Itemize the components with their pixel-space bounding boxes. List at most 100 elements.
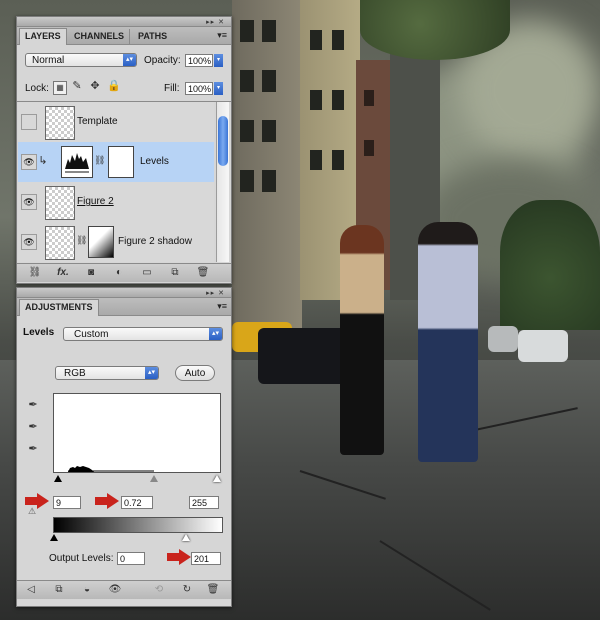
lock-transparent-icon[interactable]: ▦ [53,81,67,95]
collapse-icon[interactable]: ▸▸ ✕ [206,289,225,297]
red-arrow-icon [167,549,191,565]
input-gamma-field[interactable]: 0.72 [121,496,153,509]
histogram-icon [65,153,89,173]
fill-field[interactable]: 100% [185,82,213,95]
back-icon[interactable]: ◁ [23,583,39,597]
trash-icon[interactable]: 🗑 [205,583,221,597]
window [332,90,344,110]
folder-icon[interactable]: ▭ [139,266,155,280]
eye-icon[interactable]: 👁 [21,194,37,210]
red-arrow-icon [95,493,119,509]
layer-row-figure-2[interactable]: 👁 Figure 2 [18,182,214,223]
panel-menu-icon[interactable]: ▾≡ [217,30,227,41]
visibility-toggle[interactable] [21,114,37,130]
preset-value: Custom [74,329,109,340]
tab-paths[interactable]: PATHS [133,29,172,44]
window [364,90,374,106]
building-left [232,0,302,330]
adjustments-panel: ▸▸ ✕ ADJUSTMENTS ▾≡ Levels Custom ▴▾ RGB… [16,287,232,607]
layer-mask-thumbnail[interactable] [108,146,134,178]
input-white-field[interactable]: 255 [189,496,219,509]
window [240,70,254,92]
lock-move-icon[interactable]: ✥ [89,79,101,92]
window [262,20,276,42]
lock-brush-icon[interactable]: ✎ [71,79,83,92]
clip-icon[interactable]: ◒ [79,583,95,597]
adjustment-icon[interactable]: ◐ [111,266,127,280]
fill-dropdown-icon[interactable]: ▾ [214,82,223,95]
blend-mode-select[interactable]: Normal ▴▾ [25,53,137,67]
histogram [53,393,221,473]
chain-link-icon[interactable]: ⛓ [76,235,87,246]
window [262,120,276,142]
layer-name: Figure 2 shadow [118,236,192,247]
black-eyedropper-icon[interactable]: ✒ [26,398,40,411]
link-icon[interactable]: ⛓ [27,266,43,280]
scrollbar-thumb[interactable] [218,116,228,166]
chevron-updown-icon: ▴▾ [209,328,222,340]
output-white-field[interactable]: 201 [191,552,221,565]
window [240,120,254,142]
window [310,30,322,50]
window [310,150,322,170]
output-black-field[interactable]: 0 [117,552,145,565]
output-levels-label: Output Levels: [49,553,114,564]
input-white-slider[interactable] [213,475,221,482]
panel-titlebar[interactable]: ▸▸ ✕ [17,17,231,27]
layer-row-figure-2-shadow[interactable]: 👁 ⛓ Figure 2 shadow [18,222,214,262]
window [310,90,322,110]
fx-icon[interactable]: fx. [55,266,71,280]
eye-icon[interactable]: 👁 [107,583,123,597]
opacity-field[interactable]: 100% [185,54,213,67]
channel-value: RGB [64,368,86,379]
blend-mode-value: Normal [32,55,65,66]
layers-scrollbar[interactable] [216,102,229,262]
white-eyedropper-icon[interactable]: ✒ [26,442,40,455]
eye-icon[interactable]: 👁 [21,154,37,170]
window [332,30,344,50]
input-black-slider[interactable] [54,475,62,482]
layer-row-levels[interactable]: 👁 ↳ ⛓ Levels [18,142,214,183]
window [240,20,254,42]
gray-eyedropper-icon[interactable]: ✒ [26,420,40,433]
adjustments-tabbar: ADJUSTMENTS ▾≡ [17,298,231,316]
expand-view-icon[interactable]: ⧉ [51,583,67,597]
trash-icon[interactable]: 🗑 [195,266,211,280]
layer-thumbnail [45,226,75,260]
auto-button[interactable]: Auto [175,365,215,381]
lock-all-icon[interactable]: 🔒 [107,79,121,92]
reset-icon[interactable]: ↻ [179,583,195,597]
white-car [518,330,568,362]
chain-link-icon[interactable]: ⛓ [94,155,105,166]
collapse-icon[interactable]: ▸▸ ✕ [206,18,225,26]
layers-bottom-toolbar: ⛓ fx. ◙ ◐ ▭ ⧉ 🗑 [17,263,231,282]
channel-select[interactable]: RGB ▴▾ [55,366,159,380]
output-black-slider[interactable] [50,534,58,541]
levels-title: Levels [23,327,55,338]
layers-list: Template 👁 ↳ ⛓ Levels 👁 Figure 2 👁 ⛓ Fig… [17,101,231,262]
new-layer-icon[interactable]: ⧉ [167,266,183,280]
preset-select[interactable]: Custom ▴▾ [63,327,223,341]
layers-tabbar: LAYERS CHANNELS PATHS ▾≡ [17,27,231,45]
eye-icon[interactable]: 👁 [21,234,37,250]
tab-channels[interactable]: CHANNELS [69,29,131,44]
chevron-updown-icon: ▴▾ [145,367,158,379]
opacity-label: Opacity: [144,55,181,66]
panel-menu-icon[interactable]: ▾≡ [217,301,227,312]
previous-state-icon[interactable]: ⟲ [151,583,167,597]
layer-mask-thumbnail[interactable] [88,226,114,258]
lock-label: Lock: [25,83,49,94]
layer-name: Levels [140,156,169,167]
output-gradient [53,517,223,533]
layer-name: Template [77,116,118,127]
panel-titlebar[interactable]: ▸▸ ✕ [17,288,231,298]
eyedropper-warning-icon: ⚠ [27,506,37,516]
output-white-slider[interactable] [182,534,190,541]
layer-row-template[interactable]: Template [18,102,214,143]
mask-icon[interactable]: ◙ [83,266,99,280]
tab-adjustments[interactable]: ADJUSTMENTS [19,299,99,316]
input-black-field[interactable]: 9 [53,496,81,509]
input-gamma-slider[interactable] [150,475,158,482]
tab-layers[interactable]: LAYERS [19,28,67,45]
opacity-dropdown-icon[interactable]: ▾ [214,54,223,67]
